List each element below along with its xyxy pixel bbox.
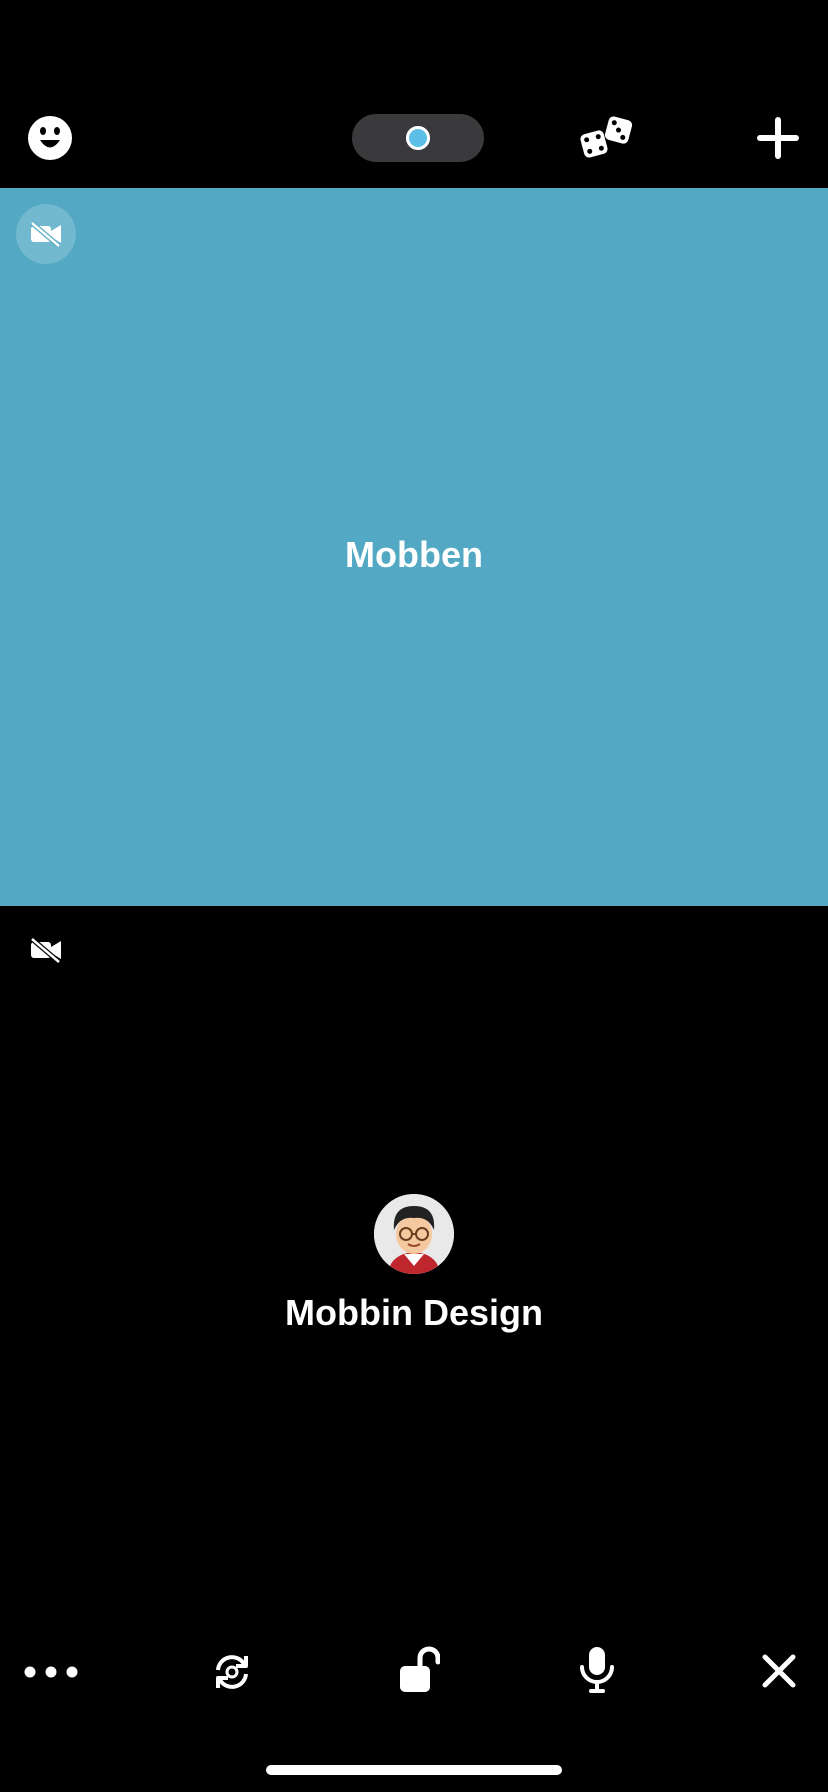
plus-icon[interactable] [754, 114, 802, 162]
emoji-face-icon[interactable] [26, 114, 74, 162]
status-dot [406, 126, 430, 150]
camera-status-pill[interactable] [352, 114, 484, 162]
participant-tile-remote[interactable]: Mobben [0, 188, 828, 906]
participant-name: Mobbin Design [285, 1292, 543, 1333]
dice-icon[interactable] [578, 112, 634, 164]
flip-camera-icon[interactable] [206, 1648, 258, 1696]
top-bar [0, 0, 828, 188]
participant-name: Mobben [345, 534, 483, 575]
video-off-icon [26, 934, 66, 966]
more-icon[interactable] [20, 1648, 82, 1696]
unlock-icon[interactable] [392, 1642, 444, 1696]
video-off-icon [16, 204, 76, 264]
home-indicator[interactable] [266, 1765, 562, 1775]
close-icon[interactable] [756, 1648, 802, 1694]
microphone-icon[interactable] [572, 1644, 622, 1696]
user-avatar [374, 1194, 454, 1274]
